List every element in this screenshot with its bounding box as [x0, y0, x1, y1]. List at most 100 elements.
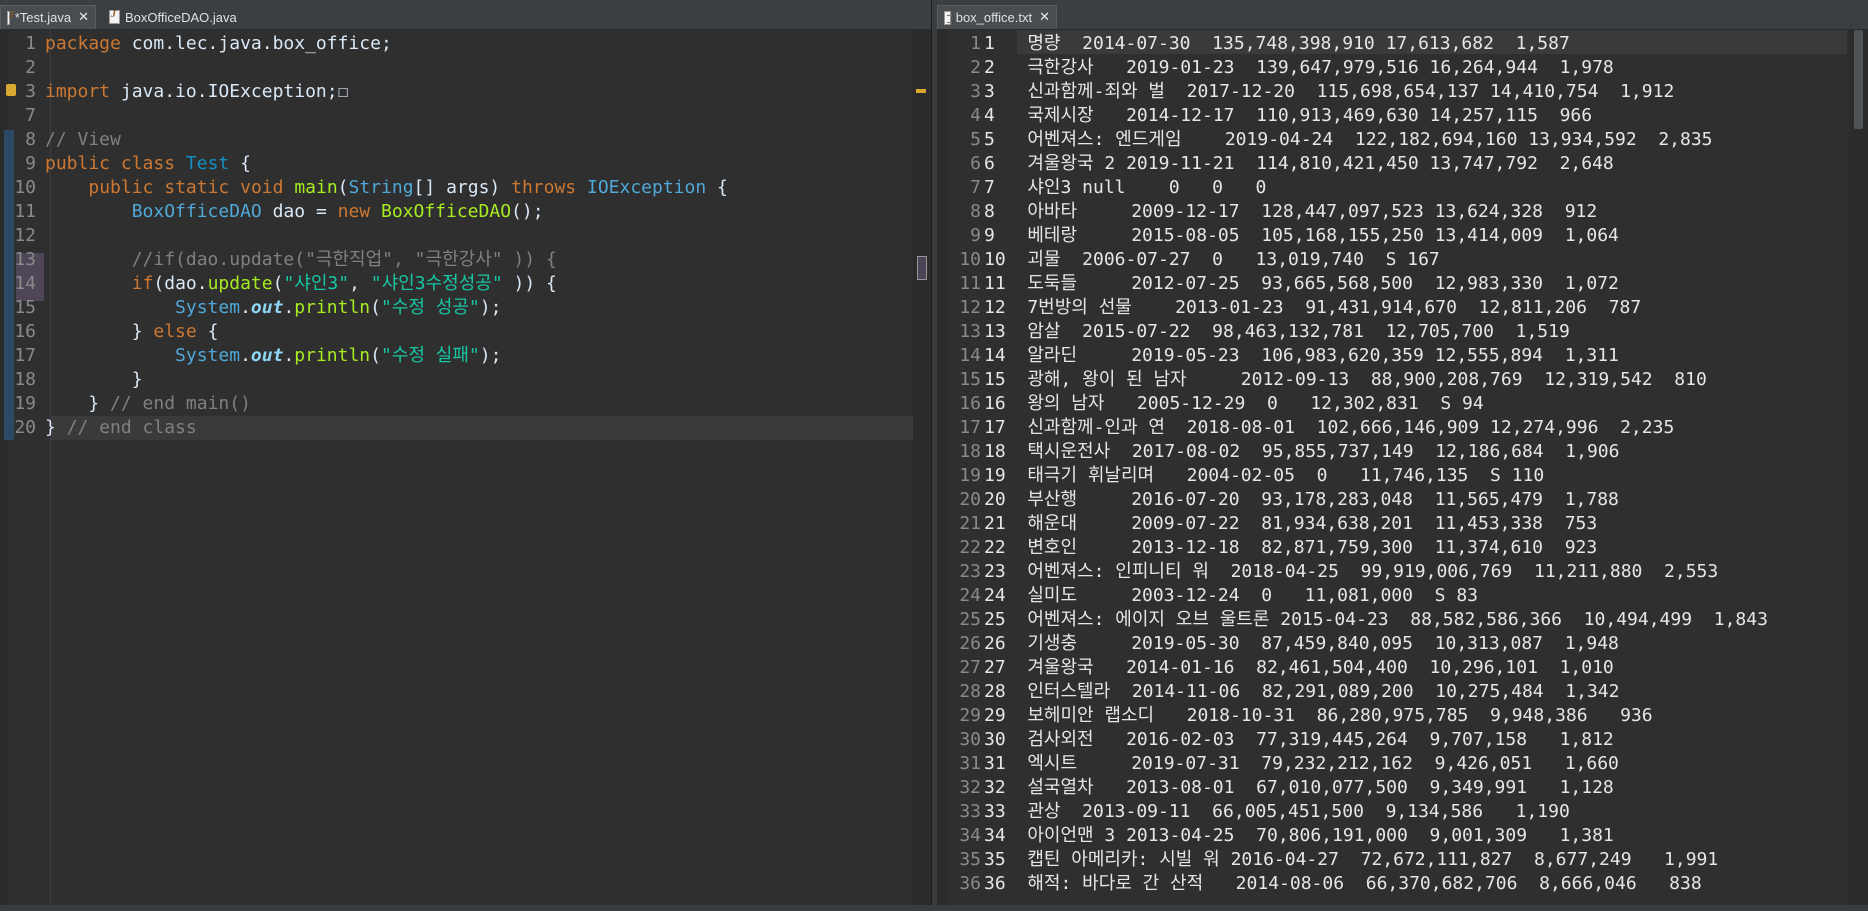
text-line[interactable]: 7 샤인3 null 0 0 0 [984, 176, 1266, 200]
text-line[interactable]: 28 인터스텔라 2014-11-06 82,291,089,200 10,27… [984, 680, 1619, 704]
code-token: // end class [66, 417, 197, 438]
line-number: 28 [959, 681, 981, 702]
line-number: 9 [970, 225, 981, 246]
line-number: 30 [959, 729, 981, 750]
line-number: 14 [959, 345, 981, 366]
code-token: BoxOfficeDAO [131, 201, 262, 222]
text-line[interactable]: 21 해운대 2009-07-22 81,934,638,201 11,453,… [984, 512, 1597, 536]
text-line[interactable]: 1 명량 2014-07-30 135,748,398,910 17,613,6… [984, 32, 1570, 56]
text-line[interactable]: 13 암살 2015-07-22 98,463,132,781 12,705,7… [984, 320, 1570, 344]
code-line[interactable]: // View [45, 128, 121, 152]
text-line[interactable]: 16 왕의 남자 2005-12-29 0 12,302,831 S 94 [984, 392, 1484, 416]
code-token: ☐ [337, 81, 349, 102]
overview-ruler[interactable] [913, 30, 931, 905]
text-line[interactable]: 36 해적: 바다로 간 산적 2014-08-06 66,370,682,70… [984, 872, 1702, 896]
code-token: . [283, 345, 295, 366]
code-token: println [294, 297, 371, 318]
code-line[interactable]: public class Test { [45, 152, 251, 176]
text-line[interactable]: 20 부산행 2016-07-20 93,178,283,048 11,565,… [984, 488, 1619, 512]
text-line[interactable]: 3 신과함께-죄와 벌 2017-12-20 115,698,654,137 1… [984, 80, 1674, 104]
code-line[interactable]: BoxOfficeDAO dao = new BoxOfficeDAO(); [45, 200, 544, 224]
text-line[interactable]: 15 광해, 왕이 된 남자 2012-09-13 88,900,208,769… [984, 368, 1707, 392]
line-number: 3 [25, 81, 36, 102]
line-number: 10 [959, 249, 981, 270]
line-number: 7 [25, 105, 36, 126]
code-token: // View [45, 129, 121, 150]
code-line[interactable]: System.out.println("수정 성공"); [45, 296, 501, 320]
text-line[interactable]: 19 태극기 휘날리며 2004-02-05 0 11,746,135 S 11… [984, 464, 1544, 488]
text-line[interactable]: 18 택시운전사 2017-08-02 95,855,737,149 12,18… [984, 440, 1619, 464]
text-line[interactable]: 35 캡틴 아메리카: 시빌 워 2016-04-27 72,672,111,8… [984, 848, 1718, 872]
text-line[interactable]: 11 도둑들 2012-07-25 93,665,568,500 12,983,… [984, 272, 1619, 296]
tab-boxofficedao-java[interactable]: BoxOfficeDAO.java [103, 5, 243, 29]
code-token: )) { [502, 273, 557, 294]
text-line[interactable]: 8 아바타 2009-12-17 128,447,097,523 13,624,… [984, 200, 1597, 224]
line-number: 18 [959, 441, 981, 462]
text-line[interactable]: 6 겨울왕국 2 2019-11-21 114,810,421,450 13,7… [984, 152, 1614, 176]
text-line[interactable]: 26 기생충 2019-05-30 87,459,840,095 10,313,… [984, 632, 1619, 656]
line-number: 21 [959, 513, 981, 534]
code-line[interactable]: System.out.println("수정 실패"); [45, 344, 501, 368]
line-number: 24 [959, 585, 981, 606]
text-line[interactable]: 10 괴물 2006-07-27 0 13,019,740 S 167 [984, 248, 1440, 272]
line-number: 10 [14, 177, 36, 198]
text-line[interactable]: 22 변호인 2013-12-18 82,871,759,300 11,374,… [984, 536, 1597, 560]
vertical-scrollbar[interactable] [1849, 30, 1868, 905]
code-line[interactable]: //if(dao.update("극한직업", "극한강사" )) { [45, 248, 557, 272]
text-line[interactable]: 25 어벤져스: 에이지 오브 울트론 2015-04-23 88,582,58… [984, 608, 1768, 632]
text-line[interactable]: 34 아이언맨 3 2013-04-25 70,806,191,000 9,00… [984, 824, 1614, 848]
text-line[interactable]: 27 겨울왕국 2014-01-16 82,461,504,400 10,296… [984, 656, 1614, 680]
code-line[interactable]: import java.io.IOException;☐ [45, 80, 348, 104]
line-number: 27 [959, 657, 981, 678]
code-token: import [45, 81, 111, 102]
text-line[interactable]: 31 엑시트 2019-07-31 79,232,212,162 9,426,0… [984, 752, 1619, 776]
code-token: , [349, 273, 371, 294]
text-line[interactable]: 33 관상 2013-09-11 66,005,451,500 9,134,58… [984, 800, 1570, 824]
line-number: 25 [959, 609, 981, 630]
code-token: package [45, 33, 121, 54]
text-line[interactable]: 32 설국열차 2013-08-01 67,010,077,500 9,349,… [984, 776, 1614, 800]
tab-box-office-txt[interactable]: box_office.txt ✕ [937, 5, 1057, 29]
line-number: 19 [14, 393, 36, 414]
text-line[interactable]: 17 신과함께-인과 연 2018-08-01 102,666,146,909 … [984, 416, 1674, 440]
code-line[interactable]: } // end main() [45, 392, 251, 416]
line-number: 12 [959, 297, 981, 318]
text-line[interactable]: 30 검사외전 2016-02-03 77,319,445,264 9,707,… [984, 728, 1614, 752]
line-number: 16 [14, 321, 36, 342]
text-line[interactable]: 29 보헤미안 랩소디 2018-10-31 86,280,975,785 9,… [984, 704, 1653, 728]
code-line[interactable]: } [45, 368, 143, 392]
text-line[interactable]: 12 7번방의 선물 2013-01-23 91,431,914,670 12,… [984, 296, 1641, 320]
code-token: ( [272, 273, 284, 294]
line-number: 3 [970, 81, 981, 102]
code-token: "수정 실패" [380, 345, 480, 366]
line-number: 2 [25, 57, 36, 78]
scroll-thumb[interactable] [917, 256, 927, 280]
warning-overview-mark[interactable] [916, 89, 926, 93]
scroll-thumb[interactable] [1854, 30, 1863, 129]
tab-test-java[interactable]: *Test.java ✕ [0, 5, 96, 29]
line-number: 13 [959, 321, 981, 342]
close-tab-icon[interactable]: ✕ [78, 10, 89, 25]
text-line[interactable]: 2 극한강사 2019-01-23 139,647,979,516 16,264… [984, 56, 1614, 80]
text-line[interactable]: 14 알라딘 2019-05-23 106,983,620,359 12,555… [984, 344, 1619, 368]
code-line[interactable]: } // end class [45, 416, 197, 440]
text-line[interactable]: 5 어벤져스: 엔드게임 2019-04-24 122,182,694,160 … [984, 128, 1713, 152]
code-token: IOException [586, 177, 707, 198]
code-token: [] [413, 177, 447, 198]
text-line[interactable]: 23 어벤져스: 인피니티 워 2018-04-25 99,919,006,76… [984, 560, 1718, 584]
close-tab-icon[interactable]: ✕ [1039, 10, 1050, 25]
code-line[interactable]: } else { [45, 320, 219, 344]
code-token: { [229, 153, 251, 174]
code-line[interactable]: if(dao.update("샤인3", "샤인3수정성공" )) { [45, 272, 557, 296]
code-token: // end main() [110, 393, 251, 414]
text-line[interactable]: 24 실미도 2003-12-24 0 11,081,000 S 83 [984, 584, 1478, 608]
text-line[interactable]: 4 국제시장 2014-12-17 110,913,469,630 14,257… [984, 104, 1592, 128]
code-line[interactable]: package com.lec.java.box_office; [45, 32, 392, 56]
text-line[interactable]: 9 베테랑 2015-08-05 105,168,155,250 13,414,… [984, 224, 1619, 248]
code-line[interactable]: public static void main(String[] args) t… [45, 176, 728, 200]
